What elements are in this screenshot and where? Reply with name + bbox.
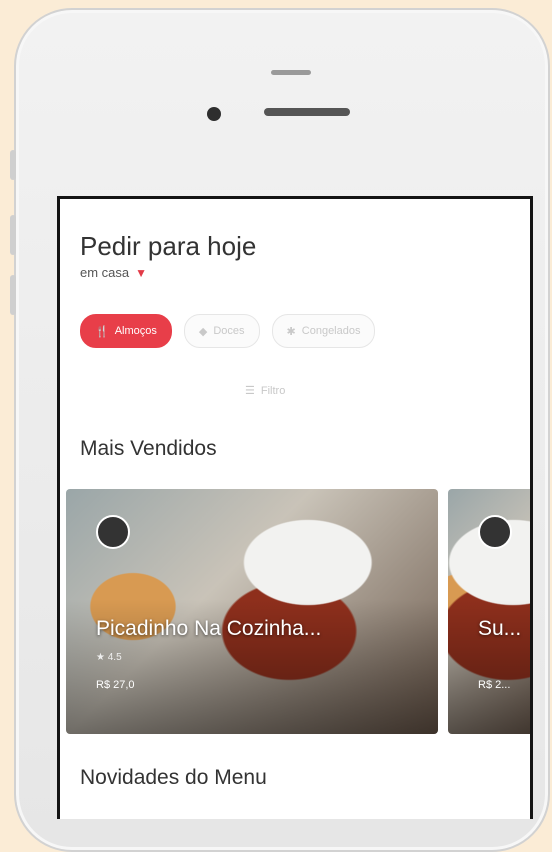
chip-doces[interactable]: ◆ Doces — [183, 314, 260, 348]
front-camera — [207, 107, 221, 121]
section-title-best-sellers: Mais Vendidos — [80, 437, 217, 460]
volume-up-button — [10, 215, 16, 255]
location-selector[interactable]: em casa ▼ — [80, 265, 147, 280]
chevron-down-icon: ▼ — [135, 265, 148, 280]
page-title: Pedir para hoje — [80, 231, 257, 261]
dish-title: Picadinho Na Cozinha... — [96, 617, 322, 640]
dish-price: R$ 27,0 — [96, 679, 135, 691]
category-chips: 🍴 Almoços ◆ Doces ✱ Congelados — [80, 314, 376, 348]
chip-congelados[interactable]: ✱ Congelados — [271, 314, 376, 348]
avatar — [478, 515, 512, 549]
avatar — [96, 515, 130, 549]
volume-down-button — [10, 275, 16, 315]
filter-button[interactable]: ☰ Filtro — [245, 384, 286, 398]
filter-label: Filtro — [260, 384, 286, 397]
fork-icon: 🍴 — [95, 325, 109, 338]
chip-almocos[interactable]: 🍴 Almoços — [80, 314, 172, 348]
chip-label: Congelados — [301, 325, 361, 337]
cake-icon: ◆ — [198, 325, 208, 338]
mute-switch — [10, 150, 16, 180]
filter-icon: ☰ — [245, 385, 255, 397]
section-title-new-items: Novidades do Menu — [80, 766, 267, 789]
chip-label: Almoços — [114, 325, 157, 337]
dish-price: R$ 2... — [478, 679, 511, 691]
phone-top-slot — [271, 70, 311, 75]
dish-card[interactable]: Su... R$ 2... — [448, 489, 530, 734]
earpiece-speaker — [264, 108, 350, 116]
location-label: em casa — [80, 265, 130, 280]
dish-card[interactable]: Picadinho Na Cozinha... ★ 4.5 R$ 27,0 — [66, 489, 438, 734]
dish-title: Su... — [478, 617, 522, 640]
snowflake-icon: ✱ — [286, 325, 296, 338]
chip-label: Doces — [213, 325, 245, 337]
app-screen: Pedir para hoje em casa ▼ 🍴 Almoços ◆ Do… — [57, 196, 533, 819]
dish-rating: ★ 4.5 — [96, 652, 122, 663]
